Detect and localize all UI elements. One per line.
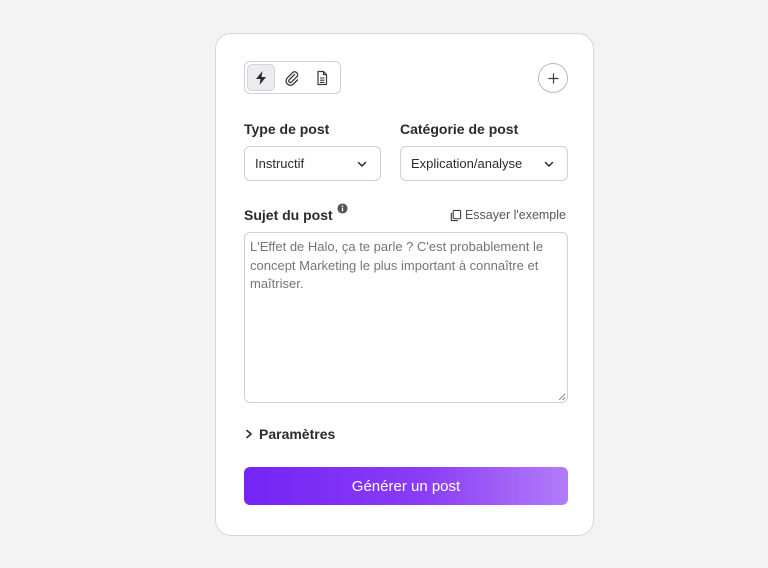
plus-icon bbox=[547, 72, 559, 84]
post-type-value: Instructif bbox=[255, 156, 305, 171]
copy-icon bbox=[450, 209, 462, 221]
post-type-label: Type de post bbox=[244, 121, 330, 137]
info-icon[interactable] bbox=[337, 203, 348, 214]
add-button[interactable] bbox=[538, 63, 568, 93]
mode-generate-button[interactable] bbox=[247, 64, 276, 91]
chevron-down-icon bbox=[544, 161, 554, 167]
document-icon bbox=[317, 70, 327, 85]
lightning-icon bbox=[256, 70, 267, 85]
mode-document-button[interactable] bbox=[308, 64, 336, 91]
post-type-select[interactable]: Instructif bbox=[244, 146, 381, 181]
post-category-value: Explication/analyse bbox=[411, 156, 523, 171]
parameters-toggle[interactable]: Paramètres bbox=[244, 426, 335, 442]
try-example-link[interactable]: Essayer l'exemple bbox=[449, 208, 566, 222]
mode-toggle-group bbox=[244, 61, 341, 94]
paperclip-icon bbox=[284, 70, 298, 86]
post-generator-card: Type de post Instructif Catégorie de pos… bbox=[215, 33, 594, 536]
post-category-select[interactable]: Explication/analyse bbox=[400, 146, 568, 181]
post-category-label: Catégorie de post bbox=[400, 121, 519, 137]
resize-grip-icon[interactable] bbox=[558, 393, 566, 401]
try-example-label: Essayer l'exemple bbox=[464, 208, 566, 222]
chevron-right-icon bbox=[246, 429, 252, 439]
subject-label: Sujet du post bbox=[244, 207, 333, 223]
parameters-label: Paramètres bbox=[259, 426, 336, 442]
generate-post-button[interactable]: Générer un post bbox=[244, 467, 568, 505]
chevron-down-icon bbox=[357, 161, 367, 167]
subject-textarea[interactable] bbox=[244, 232, 568, 403]
mode-attach-button[interactable] bbox=[277, 64, 305, 91]
